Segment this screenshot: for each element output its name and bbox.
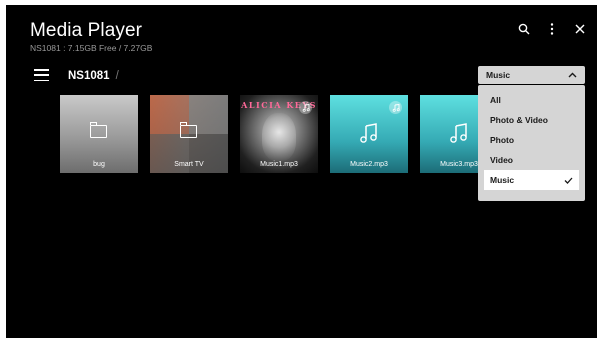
breadcrumb-separator: / [115, 70, 119, 82]
filter-selected-label: Music [486, 70, 511, 80]
dropdown-option-video[interactable]: Video [484, 150, 579, 170]
top-toolbar [517, 22, 587, 36]
music-note-icon [450, 123, 467, 143]
dropdown-option-label: Music [490, 175, 515, 185]
music-note-badge-icon [389, 101, 402, 114]
dropdown-option-photo-video[interactable]: Photo & Video [484, 110, 579, 130]
media-player-screen: Media Player NS1081 : 7.15GB Free / 7.27… [6, 5, 597, 338]
folder-tile-bug[interactable]: bug [60, 95, 138, 173]
music-note-icon [360, 123, 377, 143]
search-icon[interactable] [517, 22, 531, 36]
chevron-up-icon [568, 72, 577, 78]
tile-label: Music2.mp3 [350, 161, 388, 168]
breadcrumb: NS1081 / [68, 70, 119, 82]
album-cover-image [262, 113, 296, 161]
tile-label: Smart TV [174, 161, 204, 168]
dropdown-option-label: Photo & Video [490, 115, 548, 125]
music-note-badge-icon [299, 101, 312, 114]
menu-hamburger-icon[interactable] [34, 69, 49, 81]
dropdown-option-music[interactable]: Music [484, 170, 579, 190]
folder-icon [179, 122, 197, 138]
app-title: Media Player [30, 20, 143, 41]
music-tile-music2[interactable]: Music2.mp3 [330, 95, 408, 173]
dropdown-option-photo[interactable]: Photo [484, 130, 579, 150]
folder-tile-smart-tv[interactable]: Smart TV [150, 95, 228, 173]
tile-label: bug [93, 161, 105, 168]
media-type-dropdown: All Photo & Video Photo Video Music [478, 85, 585, 201]
folder-icon [89, 122, 107, 138]
dropdown-option-label: All [490, 95, 501, 105]
dropdown-option-label: Video [490, 155, 513, 165]
tile-label: Music1.mp3 [260, 161, 298, 168]
storage-info: NS1081 : 7.15GB Free / 7.27GB [30, 43, 153, 53]
music-tile-album-art[interactable]: ALICIA KEYS Music1.mp3 [240, 95, 318, 173]
dropdown-option-all[interactable]: All [484, 90, 579, 110]
media-type-filter-select[interactable]: Music [478, 66, 585, 84]
breadcrumb-current[interactable]: NS1081 [68, 70, 110, 82]
checkmark-icon [564, 177, 573, 184]
close-icon[interactable] [573, 22, 587, 36]
dropdown-option-label: Photo [490, 135, 515, 145]
more-vertical-icon[interactable] [545, 22, 559, 36]
